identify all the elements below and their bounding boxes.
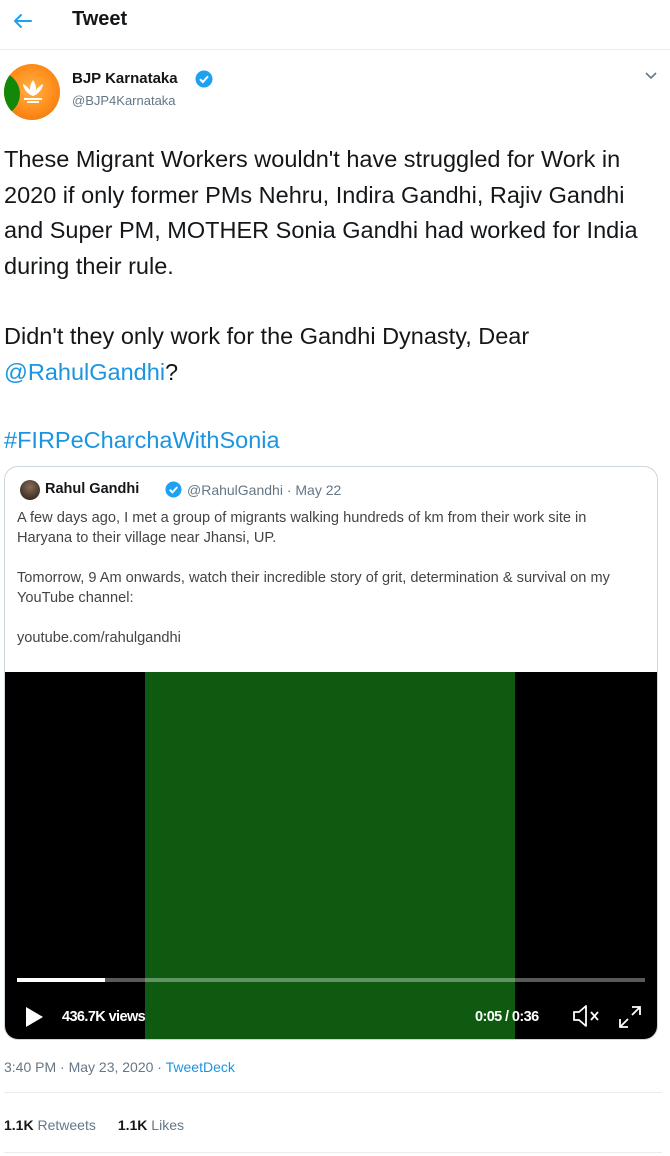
fullscreen-icon[interactable] [617,1004,643,1035]
header-bar: Tweet [0,0,670,50]
divider [4,1152,662,1153]
video-progress-bar[interactable] [17,978,645,982]
play-icon[interactable] [23,1005,45,1034]
likes-count: 1.1K [117,1117,148,1133]
video-frame [145,672,515,1039]
author-handle[interactable]: @BJP4Karnataka [72,93,176,108]
tweet-source-link[interactable]: TweetDeck [166,1059,235,1075]
page-title: Tweet [72,8,128,30]
back-arrow-icon[interactable] [8,7,36,35]
verified-icon [195,70,213,93]
quoted-tweet[interactable]: Rahul Gandhi @RahulGandhi · May 22 A few… [4,466,658,1040]
quoted-text: A few days ago, I met a group of migrant… [17,508,637,648]
video-player[interactable]: 436.7K views 0:05 / 0:36 [5,672,657,1039]
likes-stat[interactable]: 1.1K Likes [118,1117,184,1133]
tweet-timestamp[interactable]: 3:40 PM · May 23, 2020 · [4,1059,166,1075]
tweet-paragraph: Didn't they only work for the Gandhi Dyn… [4,319,664,390]
quoted-avatar[interactable] [20,480,40,500]
retweets-stat[interactable]: 1.1K Retweets [4,1117,96,1133]
tweet-body: These Migrant Workers wouldn't have stru… [4,142,664,459]
verified-icon [165,481,182,503]
tweet-text-span: Didn't they only work for the Gandhi Dyn… [4,323,530,349]
quoted-paragraph: Tomorrow, 9 Am onwards, watch their incr… [17,570,610,606]
retweets-label: Retweets [37,1117,96,1133]
video-progress-fill [17,978,105,982]
tweet-meta: 3:40 PM · May 23, 2020 · TweetDeck [4,1059,235,1075]
quoted-paragraph: A few days ago, I met a group of migrant… [17,510,587,546]
author-name[interactable]: BJP Karnataka [72,70,178,87]
hashtag-link[interactable]: #FIRPeCharchaWithSonia [4,423,664,459]
divider [4,1092,662,1093]
tweet-paragraph: These Migrant Workers wouldn't have stru… [4,146,638,279]
quoted-author-name: Rahul Gandhi [45,481,140,497]
tweet-text-span: ? [165,358,179,385]
view-count: 436.7K views [62,1009,146,1025]
quoted-link-text: youtube.com/rahulgandhi [17,630,181,646]
tweet-author: BJP Karnataka @BJP4Karnataka [0,62,670,122]
quoted-handle-date: @RahulGandhi · May 22 [187,482,342,498]
likes-label: Likes [151,1117,184,1133]
tweet-stats: 1.1K Retweets 1.1K Likes [4,1117,184,1133]
retweets-count: 1.1K [4,1117,34,1133]
avatar[interactable] [4,64,60,120]
video-time: 0:05 / 0:36 [475,1009,539,1025]
mute-icon[interactable] [571,1003,601,1034]
chevron-down-icon[interactable] [644,68,658,86]
mention-link[interactable]: @RahulGandhi [4,359,165,385]
